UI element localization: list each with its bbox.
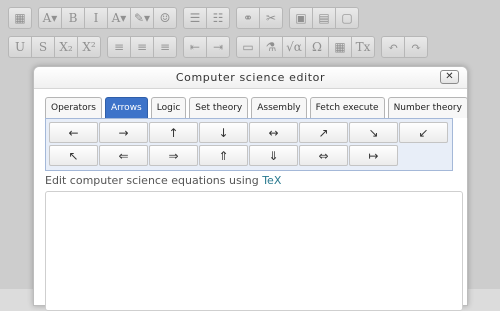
arrows-panel: ← → ↑ ↓ ↔ ↗ ↘ ↙ ↖ ⇐ ⇒ ⇑ ⇓ ⇔ ↦ <box>45 118 453 171</box>
dialog-header: Computer science editor ✕ <box>34 67 467 89</box>
tex-link[interactable]: TeX <box>262 174 281 187</box>
computer-science-editor-dialog: Computer science editor ✕ Operators Arrow… <box>33 66 471 311</box>
tab-fetch-execute[interactable]: Fetch execute <box>309 97 385 118</box>
arrow-symbol-button[interactable]: ⇑ <box>199 145 248 166</box>
symbol-tabs: Operators Arrows Logic Set theory Assembly Fe… <box>45 97 471 118</box>
arrow-symbol-button[interactable]: ⇓ <box>249 145 298 166</box>
equation-textarea[interactable] <box>45 191 463 311</box>
caption-text: Edit computer science equations using <box>45 174 263 187</box>
tab-number-theory[interactable]: Number theory <box>387 97 468 118</box>
dialog-title: Computer science editor <box>175 71 326 84</box>
close-button[interactable]: ✕ <box>440 70 459 84</box>
tab-logic[interactable]: Logic <box>150 97 187 118</box>
arrow-symbol-button[interactable]: ↖ <box>49 145 98 166</box>
arrow-symbol-button[interactable]: ↗ <box>299 122 348 143</box>
arrow-symbol-button[interactable]: ↔ <box>249 122 298 143</box>
tab-arrows[interactable]: Arrows <box>104 97 148 118</box>
arrow-symbol-button[interactable]: ↦ <box>349 145 398 166</box>
arrow-symbol-button[interactable]: ⇔ <box>299 145 348 166</box>
symbol-grid: ← → ↑ ↓ ↔ ↗ ↘ ↙ ↖ ⇐ ⇒ ⇑ ⇓ ⇔ ↦ <box>49 122 448 166</box>
arrow-symbol-button[interactable]: ⇒ <box>149 145 198 166</box>
editor-caption: Edit computer science equations using Te… <box>45 174 281 187</box>
tab-operators[interactable]: Operators <box>45 97 102 118</box>
tab-assembly[interactable]: Assembly <box>251 97 307 118</box>
tab-set-theory[interactable]: Set theory <box>189 97 249 118</box>
arrow-symbol-button[interactable]: ⇐ <box>99 145 148 166</box>
arrow-symbol-button[interactable]: → <box>99 122 148 143</box>
arrow-symbol-button[interactable]: ↑ <box>149 122 198 143</box>
arrow-symbol-button[interactable]: ↓ <box>199 122 248 143</box>
arrow-symbol-button[interactable]: ↙ <box>399 122 448 143</box>
arrow-symbol-button[interactable]: ← <box>49 122 98 143</box>
arrow-symbol-button[interactable]: ↘ <box>349 122 398 143</box>
